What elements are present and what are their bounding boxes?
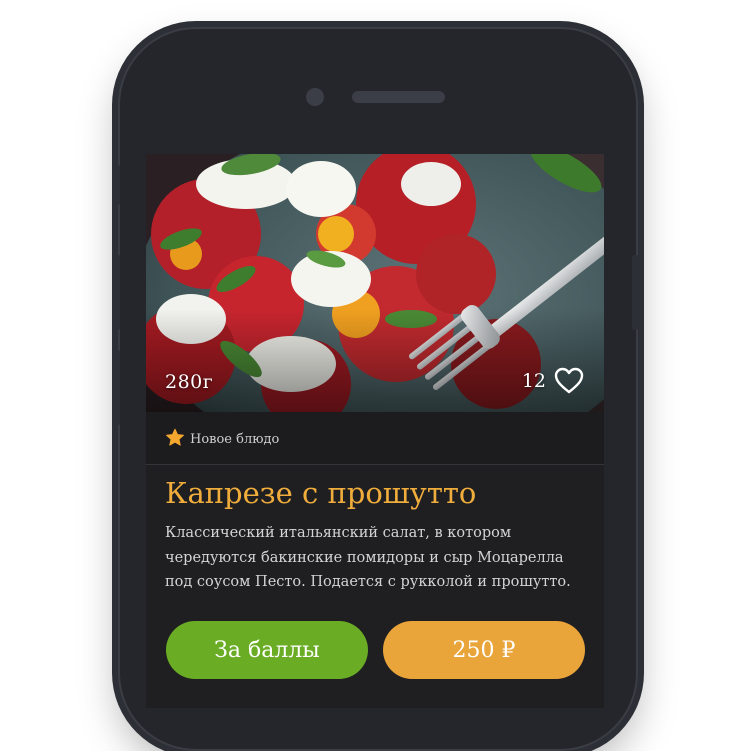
likes-count: 12 — [521, 370, 546, 392]
phone-speaker — [352, 91, 445, 103]
phone-side-button — [632, 255, 638, 330]
likes-counter[interactable]: 12 — [522, 367, 584, 395]
product-card: 280г 12 Новое блюдо Капрезе с прошутто К… — [146, 154, 604, 708]
heart-icon[interactable] — [554, 367, 584, 395]
phone-side-button — [114, 165, 120, 205]
badge-row: Новое блюдо — [146, 412, 604, 465]
new-dish-badge: Новое блюдо — [165, 428, 279, 451]
phone-camera — [306, 88, 324, 106]
buy-with-points-button[interactable]: За баллы — [166, 621, 368, 679]
dish-title: Капрезе с прошутто — [165, 476, 477, 510]
badge-label: Новое блюдо — [190, 432, 280, 447]
dish-weight: 280г — [165, 371, 214, 393]
star-icon — [165, 428, 185, 451]
dish-photo: 280г 12 — [146, 154, 604, 412]
phone-side-button — [114, 350, 120, 425]
phone-side-button — [114, 255, 120, 330]
buy-price-button[interactable]: 250 ₽ — [383, 621, 585, 679]
dish-description: Классический итальянский салат, в которо… — [165, 525, 571, 590]
